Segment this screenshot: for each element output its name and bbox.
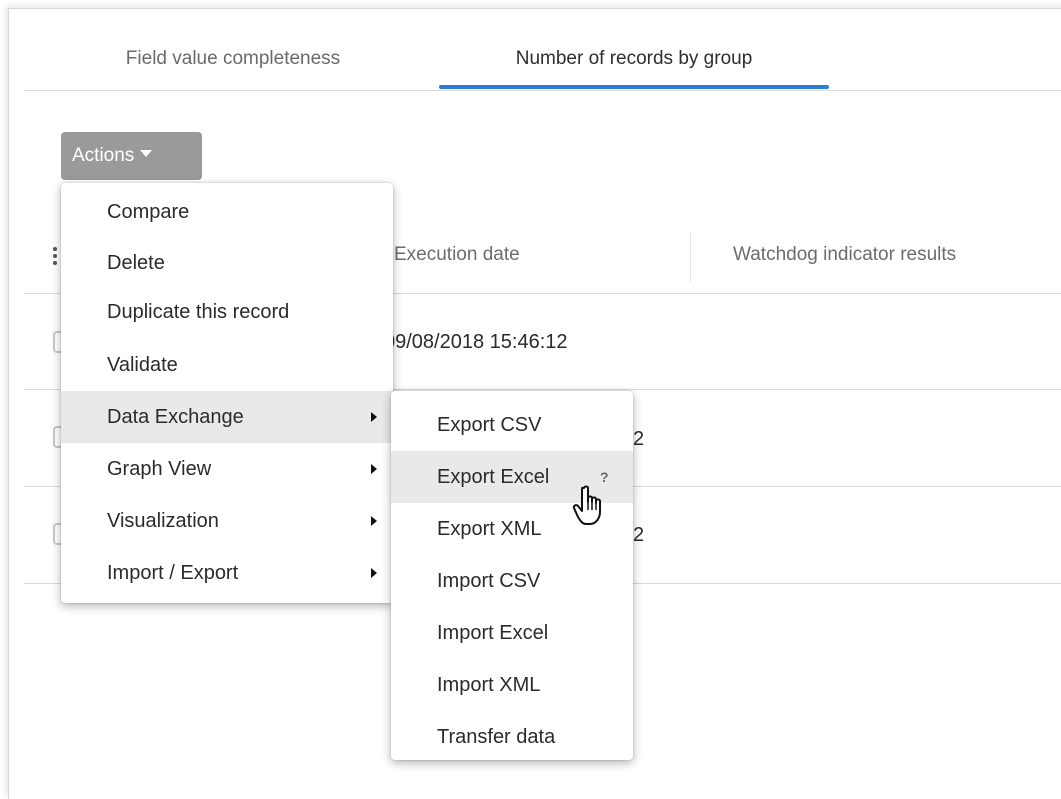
chevron-right-icon — [371, 412, 377, 422]
submenu-item-export-excel[interactable]: Export Excel? — [391, 451, 633, 503]
column-header-watchdog-indicator-results[interactable]: Watchdog indicator results — [733, 244, 956, 266]
chevron-right-icon — [371, 516, 377, 526]
submenu-item-label: Export XML — [437, 518, 542, 540]
actions-button-label: Actions — [72, 145, 135, 166]
menu-item-label: Visualization — [107, 510, 219, 532]
menu-item-delete[interactable]: Delete — [61, 252, 393, 282]
menu-item-import-export[interactable]: Import / Export — [61, 547, 393, 599]
submenu-item-export-xml[interactable]: Export XML — [391, 503, 633, 555]
submenu-item-label: Transfer data — [437, 726, 556, 748]
chevron-right-icon — [371, 568, 377, 578]
submenu-item-label: Export CSV — [437, 414, 542, 436]
help-icon[interactable]: ? — [600, 451, 609, 503]
menu-item-duplicate[interactable]: Duplicate this record — [61, 301, 393, 331]
submenu-item-label: Import CSV — [437, 570, 541, 592]
menu-item-label: Delete — [107, 252, 165, 274]
submenu-item-import-csv[interactable]: Import CSV — [391, 555, 633, 607]
submenu-item-label: Export Excel — [437, 466, 550, 488]
caret-down-icon — [140, 150, 153, 158]
chevron-right-icon — [371, 464, 377, 474]
table-cell-execution-date: 2 — [633, 428, 645, 450]
menu-item-label: Duplicate this record — [107, 301, 290, 323]
menu-item-data-exchange[interactable]: Data Exchange — [61, 391, 393, 443]
actions-button[interactable]: Actions — [61, 132, 202, 180]
submenu-item-export-csv[interactable]: Export CSV — [391, 399, 633, 451]
menu-item-label: Import / Export — [107, 562, 239, 584]
tab-field-value-completeness[interactable]: Field value completeness — [88, 46, 378, 88]
menu-item-visualization[interactable]: Visualization — [61, 495, 393, 547]
menu-item-graph-view[interactable]: Graph View — [61, 443, 393, 495]
tab-number-of-records-by-group[interactable]: Number of records by group — [439, 46, 829, 89]
menu-item-compare[interactable]: Compare — [61, 201, 393, 231]
column-separator — [690, 232, 691, 282]
menu-item-label: Graph View — [107, 458, 212, 480]
table-cell-execution-date: 09/08/2018 15:46:12 — [384, 331, 568, 353]
column-menu-icon[interactable] — [53, 247, 59, 271]
menu-item-label: Data Exchange — [107, 406, 244, 428]
actions-menu: Compare Delete Duplicate this record Val… — [61, 183, 393, 603]
menu-item-label: Validate — [107, 354, 178, 376]
column-header-execution-date[interactable]: Execution date — [394, 244, 520, 266]
submenu-item-import-xml[interactable]: Import XML — [391, 659, 633, 711]
table-cell-execution-date: 2 — [633, 524, 645, 546]
submenu-item-transfer-data[interactable]: Transfer data — [391, 711, 633, 763]
data-exchange-submenu: Export CSV Export Excel? Export XML Impo… — [391, 391, 633, 760]
submenu-item-import-excel[interactable]: Import Excel — [391, 607, 633, 659]
submenu-item-label: Import Excel — [437, 622, 549, 644]
menu-item-label: Compare — [107, 201, 190, 223]
menu-item-validate[interactable]: Validate — [61, 354, 393, 384]
tab-bar: Field value completeness Number of recor… — [24, 40, 1061, 91]
submenu-item-label: Import XML — [437, 674, 541, 696]
